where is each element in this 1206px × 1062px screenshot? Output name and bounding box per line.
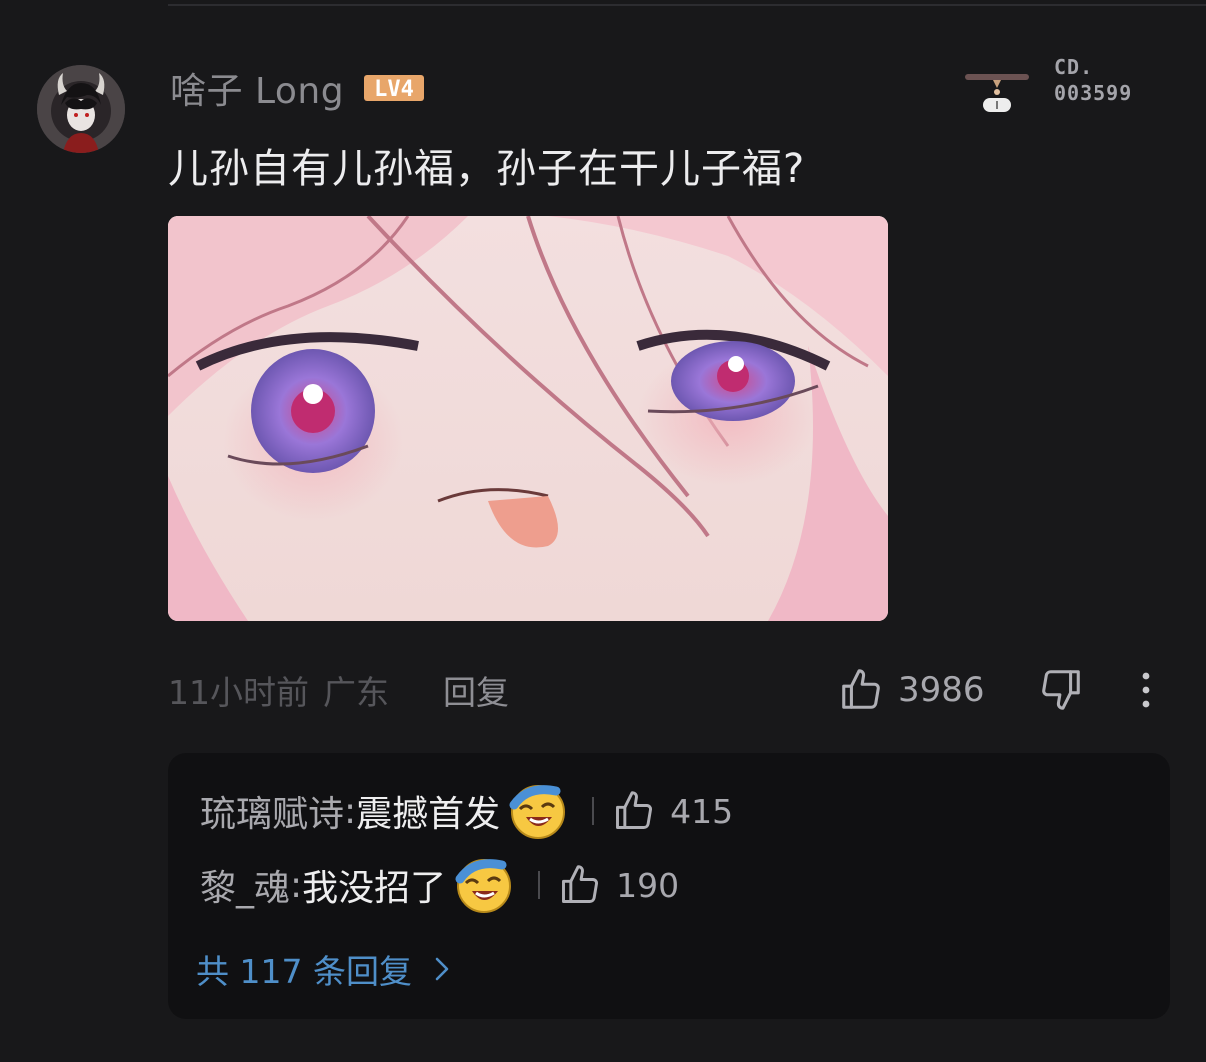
comment-time: 11小时前 <box>168 673 309 712</box>
thumbs-up-icon[interactable] <box>612 789 656 833</box>
user-avatar[interactable] <box>37 65 125 153</box>
reply-button[interactable]: 回复 <box>443 666 509 714</box>
chevron-right-icon <box>435 957 449 981</box>
collection-number: CD. 003599 <box>1054 55 1133 105</box>
thumbs-up-icon <box>842 669 880 709</box>
like-button[interactable]: 3986 <box>838 664 985 716</box>
reply-separator: : <box>290 864 303 906</box>
like-count: 3986 <box>898 670 985 710</box>
more-button[interactable] <box>1130 668 1162 712</box>
replies-preview: 琉璃赋诗 : 震撼首发 415 黎_魂 : 我没招了 190 共 117 条回复 <box>168 753 1170 1019</box>
reply-item[interactable]: 琉璃赋诗 : 震撼首发 415 <box>200 781 733 841</box>
reply-username[interactable]: 黎_魂 <box>200 859 290 911</box>
more-vertical-icon <box>1142 672 1150 708</box>
top-divider <box>168 4 1206 6</box>
laughing-crying-emoji-icon <box>509 785 566 839</box>
comment-text: 儿孙自有儿孙福，孙子在干儿子福? <box>168 146 806 192</box>
collection-badge[interactable] <box>965 70 1029 118</box>
view-all-replies-label: 共 117 条回复 <box>196 952 412 991</box>
reply-text: 我没招了 <box>302 868 447 909</box>
reply-divider <box>538 871 541 899</box>
reply-separator: : <box>344 790 357 832</box>
comment-location: 广东 <box>323 673 389 712</box>
level-text: LV4 <box>374 77 414 102</box>
comment-image[interactable] <box>168 216 888 621</box>
dislike-button[interactable] <box>1038 666 1086 714</box>
reply-divider <box>592 797 595 825</box>
level-badge: LV4 <box>364 73 425 103</box>
comment-meta: 11小时前 广东 回复 <box>168 668 509 712</box>
reply-item[interactable]: 黎_魂 : 我没招了 190 <box>200 855 679 915</box>
thumbs-down-icon <box>1042 670 1080 710</box>
comment-username[interactable]: 啥子 Long <box>170 62 344 114</box>
thumbs-up-icon[interactable] <box>558 863 602 907</box>
reply-like-count: 190 <box>616 865 680 905</box>
reply-username[interactable]: 琉璃赋诗 <box>200 785 344 837</box>
reply-text: 震撼首发 <box>356 794 501 835</box>
reply-like-count: 415 <box>670 791 734 831</box>
view-all-replies-link[interactable]: 共 117 条回复 <box>196 949 450 991</box>
comment-header: 啥子 Long LV4 <box>170 66 425 112</box>
laughing-crying-emoji-icon <box>455 859 512 913</box>
